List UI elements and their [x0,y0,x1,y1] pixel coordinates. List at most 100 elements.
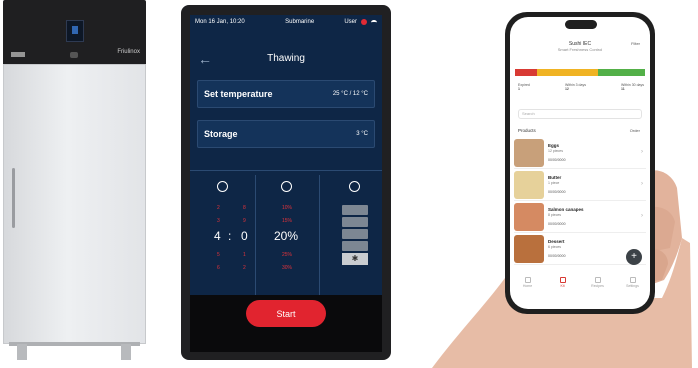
stat-within-30-days[interactable]: Within 30 days 11 [621,83,644,91]
fridge-product-image: Friulinox [3,0,146,362]
title-row: ← Thawing [190,49,382,69]
humidity-below: 25% [282,252,293,258]
product-image [514,203,544,231]
humidity-above: 10% [282,205,293,211]
product-image [514,235,544,263]
fridge-door [3,64,146,344]
fridge-leg [17,344,27,360]
fridge-handle [12,168,15,228]
product-date: 00/00/0000 [548,254,566,258]
fan-level-bar [342,205,368,215]
status-user: User [344,19,357,25]
fan-selected-icon: ✱ [342,253,368,265]
product-meta: 12 pieces [548,149,563,153]
set-temperature-row[interactable]: Set temperature 25 °C / 12 °C [197,80,375,108]
products-sort-button[interactable]: Order [630,128,640,133]
fridge-knob [70,52,78,58]
product-name: Butter [548,175,562,180]
fan-speed-slider[interactable]: ✱ [342,205,368,265]
product-name: Dessert [548,239,565,244]
products-heading: Products [518,128,536,133]
bottom-tab-bar: Home Kit Recipes Settings [510,277,650,299]
product-name: Salmon canapes [548,207,584,212]
add-product-button[interactable]: + [626,249,642,265]
search-input[interactable]: Search [518,109,642,119]
status-datetime: Mon 16 Jan, 10:20 [195,19,245,25]
tablet-device: Mon 16 Jan, 10:20 Submarine User ← Thawi… [181,5,391,360]
chevron-right-icon: › [641,149,643,155]
timer-minutes[interactable]: 0 [241,229,248,243]
list-item[interactable]: Butter 1 piece 00/00/0000 › [514,171,646,201]
product-date: 00/00/0000 [548,158,566,162]
fan-level-bar [342,241,368,251]
status-bar-green [598,69,645,76]
settings-icon [629,277,636,283]
status-bar-yellow [537,69,598,76]
fridge-display-icon [66,20,84,42]
product-date: 00/00/0000 [548,190,566,194]
tab-settings[interactable]: Settings [623,277,643,288]
status-bar-red [515,69,537,76]
status-right: User [344,19,377,25]
fridge-leg [121,344,131,360]
timer-separator: : [228,229,232,243]
chevron-right-icon: › [641,213,643,219]
timer-hour-below: 5 [217,252,220,258]
tab-recipes[interactable]: Recipes [588,277,608,288]
tablet-screen: Mon 16 Jan, 10:20 Submarine User ← Thawi… [190,15,382,352]
set-temperature-label: Set temperature [204,89,273,99]
fridge-control-head: Friulinox [3,0,146,64]
fridge-logo [11,52,25,57]
status-device-name: Submarine [285,19,315,25]
timer-hour-below: 6 [217,265,220,271]
home-icon [524,277,531,283]
fan-level-bar [342,217,368,227]
storage-row[interactable]: Storage 3 °C [197,120,375,148]
column-divider [319,175,320,300]
timer-minute-below: 1 [243,252,246,258]
recipes-icon [594,277,601,283]
status-bar: Mon 16 Jan, 10:20 Submarine User [190,15,382,29]
product-meta: 6 pieces [548,245,562,249]
timer-minute-below: 2 [243,265,246,271]
product-image [514,139,544,167]
product-image [514,171,544,199]
timer-minute-above: 9 [243,218,246,224]
product-meta: 1 piece [548,181,560,185]
list-item[interactable]: Eggs 12 pieces 00/00/0000 › [514,139,646,169]
timer-hour-above: 2 [217,205,220,211]
storage-label: Storage [204,129,238,139]
product-meta: 8 pieces [548,213,562,217]
page-title: Thawing [267,53,305,64]
timer-hour-above: 3 [217,218,220,224]
phone-notch [565,20,597,29]
humidity-value[interactable]: 20% [274,229,298,243]
fan-level-bar [342,229,368,239]
stat-within-3-days[interactable]: Within 3 days 12 [565,83,586,91]
humidity-drop-icon [281,181,292,192]
start-button[interactable]: Start [246,300,326,327]
humidity-below: 30% [282,265,293,271]
product-date: 00/00/0000 [548,222,566,226]
tab-home[interactable]: Home [518,277,538,288]
divider [190,170,382,171]
kit-icon [559,277,566,283]
storage-value: 3 °C [356,131,368,137]
clock-icon [217,181,228,192]
stats-row: Expired 1 Within 3 days 12 Within 30 days 1… [518,83,644,91]
tab-kit[interactable]: Kit [553,277,573,288]
fan-icon [349,181,360,192]
column-divider [255,175,256,300]
filter-button[interactable]: Filter [631,41,640,46]
fridge-brand: Friulinox [117,49,140,55]
wifi-icon [371,19,377,25]
list-item[interactable]: Salmon canapes 8 pieces 00/00/0000 › [514,203,646,233]
app-subtitle: Smart Freshness Control [557,47,603,52]
chevron-right-icon: › [641,181,643,187]
timer-hours[interactable]: 4 [214,229,221,243]
product-name: Eggs [548,143,560,148]
humidity-above: 15% [282,218,293,224]
stat-expired[interactable]: Expired 1 [518,83,530,91]
cloud-icon [361,19,367,25]
set-temperature-value: 25 °C / 12 °C [332,91,368,97]
